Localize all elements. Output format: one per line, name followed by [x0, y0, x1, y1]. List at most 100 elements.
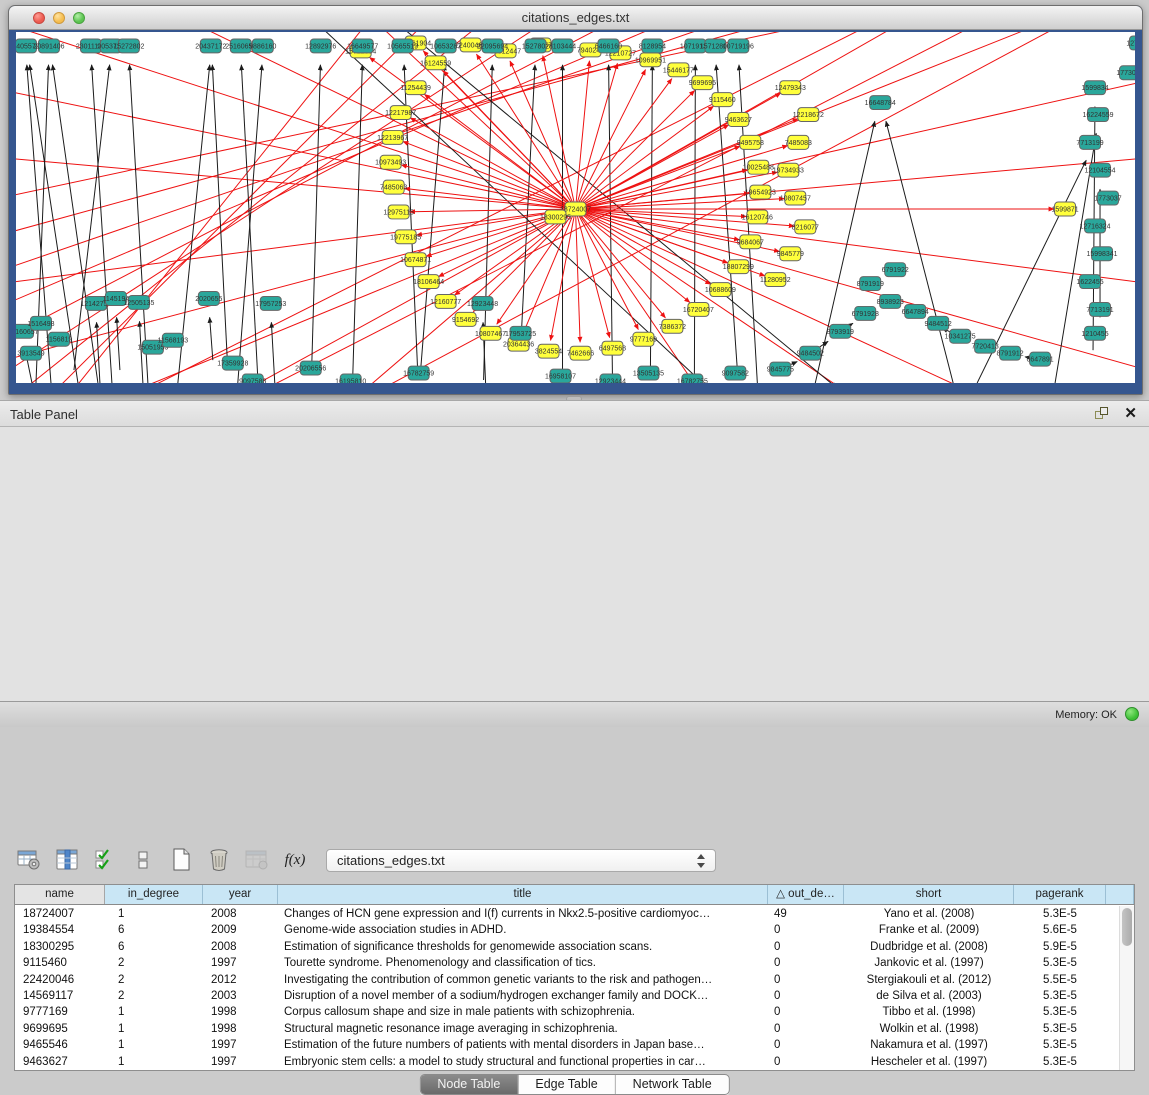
table-row[interactable]: 946554611997Estimation of the future num… — [15, 1037, 1119, 1053]
cell-out_degree[interactable]: 0 — [768, 1004, 844, 1020]
column-header-out_degree[interactable]: △ out_de… — [768, 885, 844, 904]
cell-pagerank[interactable]: 5.3E-5 — [1014, 1037, 1106, 1053]
cell-pagerank[interactable]: 5.3E-5 — [1014, 1021, 1106, 1037]
cell-title[interactable]: Tourette syndrome. Phenomenology and cla… — [278, 955, 768, 971]
cell-out_degree[interactable]: 0 — [768, 922, 844, 938]
cell-title[interactable]: Embryonic stem cells: a model to study s… — [278, 1054, 768, 1070]
cell-name[interactable]: 9699695 — [15, 1021, 105, 1037]
cell-short[interactable]: Dudbridge et al. (2008) — [844, 939, 1014, 955]
cell-short[interactable]: de Silva et al. (2003) — [844, 988, 1014, 1004]
cell-pagerank[interactable]: 5.3E-5 — [1014, 906, 1106, 922]
cell-short[interactable]: Franke et al. (2009) — [844, 922, 1014, 938]
close-panel-icon[interactable]: ✕ — [1124, 404, 1137, 422]
tab-network-table[interactable]: Network Table — [615, 1075, 729, 1094]
table-options-icon[interactable] — [14, 844, 44, 876]
column-header-short[interactable]: short — [844, 885, 1014, 904]
cell-in_degree[interactable]: 1 — [105, 1021, 203, 1037]
cell-in_degree[interactable]: 6 — [105, 939, 203, 955]
cell-short[interactable]: Stergiakouli et al. (2012) — [844, 972, 1014, 988]
cell-short[interactable]: Wolkin et al. (1998) — [844, 1021, 1014, 1037]
cell-year[interactable]: 2008 — [203, 939, 278, 955]
cell-short[interactable]: Jankovic et al. (1997) — [844, 955, 1014, 971]
cell-in_degree[interactable]: 1 — [105, 1004, 203, 1020]
cell-name[interactable]: 18724007 — [15, 906, 105, 922]
cell-in_degree[interactable]: 1 — [105, 1054, 203, 1070]
cell-year[interactable]: 1997 — [203, 955, 278, 971]
table-row[interactable]: 1872400712008Changes of HCN gene express… — [15, 906, 1119, 922]
cell-out_degree[interactable]: 0 — [768, 1021, 844, 1037]
cell-title[interactable]: Genome-wide association studies in ADHD. — [278, 922, 768, 938]
table-row[interactable]: 911546021997Tourette syndrome. Phenomeno… — [15, 955, 1119, 971]
cell-pagerank[interactable]: 5.9E-5 — [1014, 939, 1106, 955]
table-row[interactable]: 1456911722003Disruption of a novel membe… — [15, 988, 1119, 1004]
cell-in_degree[interactable]: 2 — [105, 972, 203, 988]
cell-pagerank[interactable]: 5.3E-5 — [1014, 955, 1106, 971]
import-table-icon[interactable] — [242, 844, 272, 876]
cell-short[interactable]: Yano et al. (2008) — [844, 906, 1014, 922]
cell-in_degree[interactable]: 6 — [105, 922, 203, 938]
cell-pagerank[interactable]: 5.3E-5 — [1014, 1054, 1106, 1070]
cell-year[interactable]: 2012 — [203, 972, 278, 988]
cell-title[interactable]: Estimation of the future numbers of pati… — [278, 1037, 768, 1053]
cell-in_degree[interactable]: 1 — [105, 1037, 203, 1053]
cell-name[interactable]: 22420046 — [15, 972, 105, 988]
cell-title[interactable]: Structural magnetic resonance image aver… — [278, 1021, 768, 1037]
window-titlebar[interactable]: citations_edges.txt — [9, 6, 1142, 30]
cell-year[interactable]: 1998 — [203, 1004, 278, 1020]
table-row[interactable]: 946362711997Embryonic stem cells: a mode… — [15, 1054, 1119, 1070]
cell-out_degree[interactable]: 0 — [768, 988, 844, 1004]
cell-short[interactable]: Hescheler et al. (1997) — [844, 1054, 1014, 1070]
cell-pagerank[interactable]: 5.3E-5 — [1014, 1004, 1106, 1020]
cell-pagerank[interactable]: 5.3E-5 — [1014, 988, 1106, 1004]
cell-name[interactable]: 18300295 — [15, 939, 105, 955]
cell-name[interactable]: 9115460 — [15, 955, 105, 971]
cell-out_degree[interactable]: 0 — [768, 972, 844, 988]
cell-name[interactable]: 9465546 — [15, 1037, 105, 1053]
cell-out_degree[interactable]: 0 — [768, 939, 844, 955]
cell-in_degree[interactable]: 1 — [105, 906, 203, 922]
cell-year[interactable]: 2009 — [203, 922, 278, 938]
cell-pagerank[interactable]: 5.5E-5 — [1014, 972, 1106, 988]
column-header-year[interactable]: year — [203, 885, 278, 904]
cell-pagerank[interactable]: 5.6E-5 — [1014, 922, 1106, 938]
column-header-name[interactable]: name — [15, 885, 105, 904]
table-row[interactable]: 1938455462009Genome-wide association stu… — [15, 922, 1119, 938]
cell-short[interactable]: Nakamura et al. (1997) — [844, 1037, 1014, 1053]
cell-in_degree[interactable]: 2 — [105, 988, 203, 1004]
cell-out_degree[interactable]: 0 — [768, 1037, 844, 1053]
cell-out_degree[interactable]: 49 — [768, 906, 844, 922]
table-scrollbar[interactable] — [1119, 906, 1134, 1070]
cell-name[interactable]: 9777169 — [15, 1004, 105, 1020]
cell-year[interactable]: 1997 — [203, 1054, 278, 1070]
new-table-icon[interactable] — [166, 844, 196, 876]
cell-name[interactable]: 14569117 — [15, 988, 105, 1004]
cell-name[interactable]: 9463627 — [15, 1054, 105, 1070]
cell-title[interactable]: Estimation of significance thresholds fo… — [278, 939, 768, 955]
cell-year[interactable]: 2008 — [203, 906, 278, 922]
row-height-icon[interactable] — [128, 844, 158, 876]
column-header-title[interactable]: title — [278, 885, 768, 904]
function-builder-icon[interactable]: f(x) — [280, 844, 310, 876]
cell-title[interactable]: Investigating the contribution of common… — [278, 972, 768, 988]
cell-title[interactable]: Corpus callosum shape and size in male p… — [278, 1004, 768, 1020]
network-graph[interactable]: 1872400718300295161245591125443912217987… — [16, 32, 1135, 383]
table-row[interactable]: 2242004622012Investigating the contribut… — [15, 972, 1119, 988]
select-rows-icon[interactable] — [90, 844, 120, 876]
cell-year[interactable]: 1997 — [203, 1037, 278, 1053]
show-columns-icon[interactable] — [52, 844, 82, 876]
cell-title[interactable]: Changes of HCN gene expression and I(f) … — [278, 906, 768, 922]
cell-year[interactable]: 2003 — [203, 988, 278, 1004]
cell-year[interactable]: 1998 — [203, 1021, 278, 1037]
cell-title[interactable]: Disruption of a novel member of a sodium… — [278, 988, 768, 1004]
column-header-pagerank[interactable]: pagerank — [1014, 885, 1106, 904]
column-header-in_degree[interactable]: in_degree — [105, 885, 203, 904]
delete-table-icon[interactable] — [204, 844, 234, 876]
scrollbar-thumb[interactable] — [1122, 908, 1132, 946]
table-row[interactable]: 1830029562008Estimation of significance … — [15, 939, 1119, 955]
table-row[interactable]: 969969511998Structural magnetic resonanc… — [15, 1021, 1119, 1037]
table-selector-dropdown[interactable]: citations_edges.txt — [326, 849, 716, 872]
cell-out_degree[interactable]: 0 — [768, 955, 844, 971]
table-row[interactable]: 977716911998Corpus callosum shape and si… — [15, 1004, 1119, 1020]
cell-out_degree[interactable]: 0 — [768, 1054, 844, 1070]
cell-in_degree[interactable]: 2 — [105, 955, 203, 971]
